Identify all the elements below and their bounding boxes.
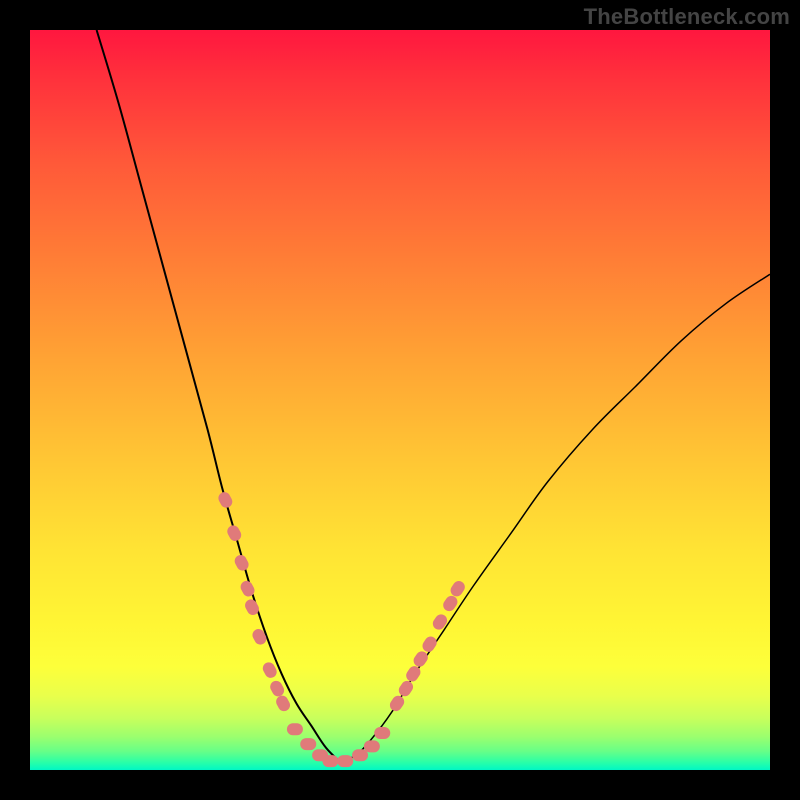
data-marker <box>274 694 292 714</box>
data-marker <box>250 627 268 647</box>
data-marker <box>374 727 390 739</box>
chart-frame: TheBottleneck.com <box>0 0 800 800</box>
data-marker <box>388 693 407 713</box>
watermark-text: TheBottleneck.com <box>584 4 790 30</box>
data-marker <box>411 649 430 669</box>
data-marker <box>448 579 467 599</box>
plot-area <box>30 30 770 770</box>
chart-svg <box>30 30 770 770</box>
data-marker <box>420 634 439 654</box>
data-marker <box>337 755 353 767</box>
data-marker <box>431 612 450 632</box>
data-marker <box>364 740 380 752</box>
curve-left-branch <box>97 30 341 763</box>
data-marker <box>225 523 243 543</box>
data-marker <box>233 553 251 573</box>
data-marker <box>287 723 303 735</box>
data-marker <box>322 755 338 767</box>
marker-group <box>216 490 467 767</box>
data-marker <box>352 749 368 761</box>
data-marker <box>300 738 316 750</box>
data-marker <box>216 490 234 510</box>
data-marker <box>268 679 286 699</box>
data-marker <box>396 679 415 699</box>
